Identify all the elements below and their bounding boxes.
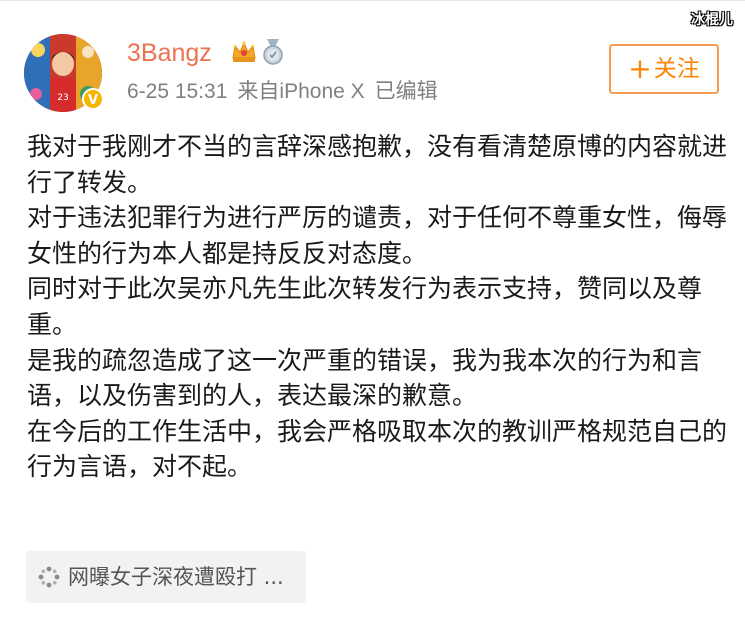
source-prefix: 来自 [237,80,280,103]
link-card-text: 网曝女子深夜遭殴打 ... [68,565,284,589]
post-paragraph: 在今后的工作生活中，我会严格吸取本次的教训严格规范自己的行为言语，对不起。 [27,416,728,482]
post-content: 我对于我刚才不当的言辞深感抱歉，没有看清楚原博的内容就进行了转发。 对于违法犯罪… [27,129,727,485]
post-paragraph: 是我的疏忽造成了这一次严重的错误，我为我本次的行为和言语，以及伤害到的人，表达最… [27,345,703,411]
link-icon [37,565,61,589]
source-device[interactable]: iPhone X [279,80,364,103]
edited-label[interactable]: 已编辑 [375,80,438,103]
follow-button-label: 关注 [653,56,700,82]
link-card[interactable]: 网曝女子深夜遭殴打 ... [26,551,306,603]
follow-button[interactable]: +关注 [609,44,719,94]
post-paragraph: 我对于我刚才不当的言辞深感抱歉，没有看清楚原博的内容就进行了转发。 [27,132,728,197]
post-paragraph: 同时对于此次吴亦凡先生此次转发行为表示支持，赞同以及尊重。 [27,274,703,339]
verified-icon: V [82,88,104,110]
watermark: 冰棍儿 [691,12,733,28]
post-meta: 6-25 15:31 来自iPhone X 已编辑 [127,80,438,104]
weibo-post: 冰棍儿 23 V 3Bangz 6-25 15:31 来自iPhone X 已编… [0,0,745,623]
plus-icon: + [628,52,652,85]
crown-badge-icon[interactable] [230,38,258,66]
svg-text:23: 23 [57,93,68,103]
post-paragraph: 对于违法犯罪行为进行严厉的谴责，对于任何不尊重女性，侮辱女性的行为本人都是持反反… [27,203,728,268]
avatar-wrapper[interactable]: 23 V [24,34,104,112]
post-timestamp[interactable]: 6-25 15:31 [127,80,227,103]
username[interactable]: 3Bangz [127,39,212,67]
svg-text:V: V [88,93,98,108]
medal-badge-icon[interactable] [260,38,286,66]
